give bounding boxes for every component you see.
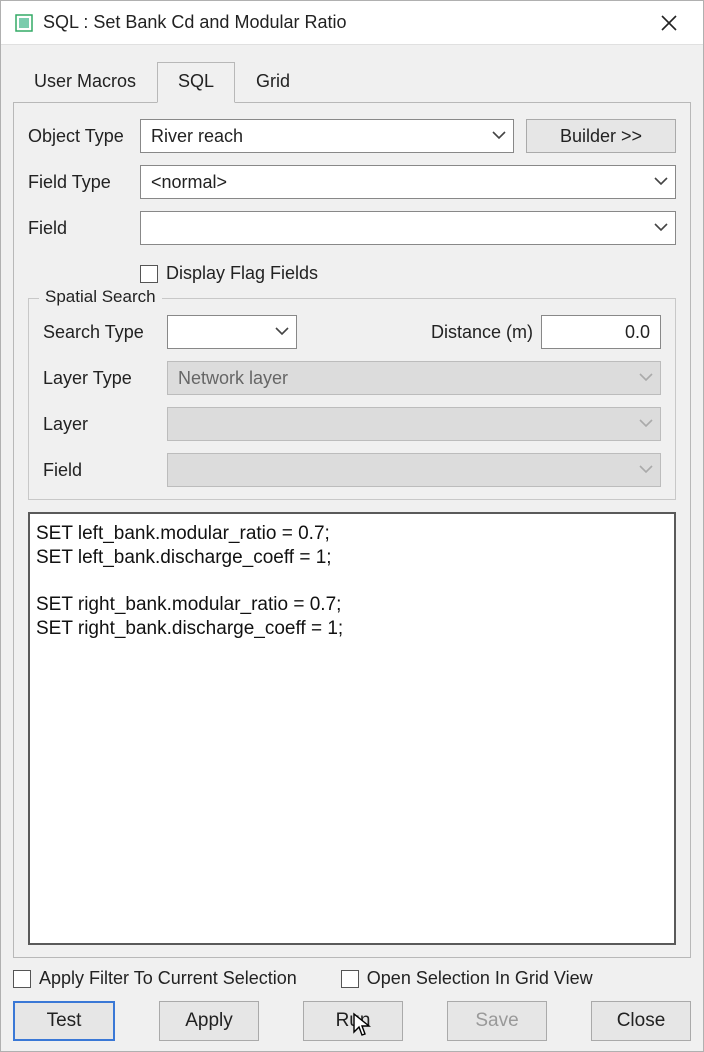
open-grid-row: Open Selection In Grid View — [341, 968, 593, 989]
apply-filter-checkbox[interactable] — [13, 970, 31, 988]
close-icon[interactable] — [649, 3, 689, 43]
tab-body-sql: Object Type River reach Builder >> Field… — [13, 102, 691, 958]
tab-sql[interactable]: SQL — [157, 62, 235, 103]
display-flag-checkbox[interactable] — [140, 265, 158, 283]
apply-filter-row: Apply Filter To Current Selection — [13, 968, 297, 989]
field-select[interactable] — [140, 211, 676, 245]
display-flag-checkbox-row: Display Flag Fields — [140, 263, 676, 284]
close-button[interactable]: Close — [591, 1001, 691, 1041]
tabstrip: User Macros SQL Grid — [13, 61, 691, 102]
builder-button[interactable]: Builder >> — [526, 119, 676, 153]
layer-select — [167, 407, 661, 441]
apply-button[interactable]: Apply — [159, 1001, 259, 1041]
layer-label: Layer — [43, 414, 167, 435]
apply-filter-label: Apply Filter To Current Selection — [39, 968, 297, 989]
field-label: Field — [28, 218, 140, 239]
sql-dialog: SQL : Set Bank Cd and Modular Ratio User… — [0, 0, 704, 1052]
distance-input[interactable] — [541, 315, 661, 349]
field-type-select[interactable]: <normal> — [140, 165, 676, 199]
object-type-label: Object Type — [28, 126, 140, 147]
open-grid-label: Open Selection In Grid View — [367, 968, 593, 989]
client-area: User Macros SQL Grid Object Type River r… — [1, 45, 703, 1051]
open-grid-checkbox[interactable] — [341, 970, 359, 988]
footer-buttons: Test Apply Run Save Close — [13, 999, 691, 1041]
spatial-field-select — [167, 453, 661, 487]
layer-type-label: Layer Type — [43, 368, 167, 389]
window-title: SQL : Set Bank Cd and Modular Ratio — [43, 12, 347, 33]
display-flag-label: Display Flag Fields — [166, 263, 318, 284]
test-button[interactable]: Test — [13, 1001, 115, 1041]
spatial-search-group: Spatial Search Search Type Distance (m) … — [28, 298, 676, 500]
search-type-select[interactable] — [167, 315, 297, 349]
tab-user-macros[interactable]: User Macros — [13, 62, 157, 103]
layer-type-value: Network layer — [178, 368, 288, 389]
spatial-field-label: Field — [43, 460, 167, 481]
save-button: Save — [447, 1001, 547, 1041]
run-button[interactable]: Run — [303, 1001, 403, 1041]
distance-label: Distance (m) — [431, 322, 533, 343]
object-type-value: River reach — [151, 126, 243, 147]
titlebar: SQL : Set Bank Cd and Modular Ratio — [1, 1, 703, 45]
sql-editor[interactable]: SET left_bank.modular_ratio = 0.7; SET l… — [28, 512, 676, 945]
bottom-checks: Apply Filter To Current Selection Open S… — [13, 958, 691, 999]
field-type-label: Field Type — [28, 172, 140, 193]
spatial-search-legend: Spatial Search — [39, 287, 162, 307]
app-icon — [15, 14, 33, 32]
tab-grid[interactable]: Grid — [235, 62, 311, 103]
field-type-value: <normal> — [151, 172, 227, 193]
layer-type-select: Network layer — [167, 361, 661, 395]
distance-row: Distance (m) — [431, 315, 661, 349]
search-type-label: Search Type — [43, 322, 167, 343]
object-type-select[interactable]: River reach — [140, 119, 514, 153]
